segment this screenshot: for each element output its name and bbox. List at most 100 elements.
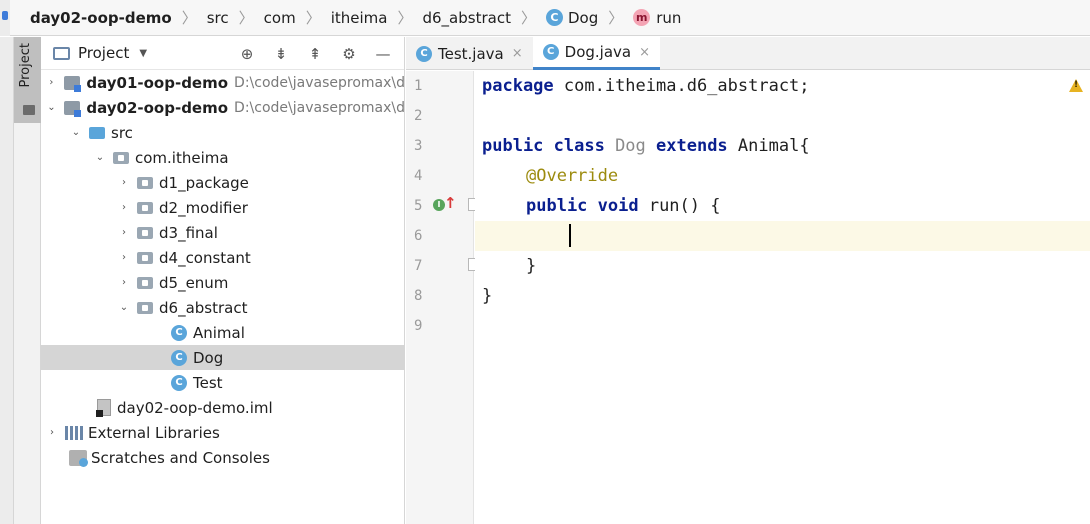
keyword: public void — [526, 196, 639, 216]
tree-item-path: D:\code\javasepromax\d — [234, 99, 405, 116]
tree-item-scratches[interactable]: Scratches and Consoles — [41, 445, 405, 470]
line-number: 5 — [414, 198, 423, 214]
chevron-down-icon[interactable]: ▼ — [139, 48, 147, 59]
tree-item-d6-abstract[interactable]: ⌄ d6_abstract — [41, 295, 405, 320]
tree-item-d4-constant[interactable]: › d4_constant — [41, 245, 405, 270]
tree-item-label: Animal — [193, 323, 245, 342]
code-text: } — [526, 256, 537, 276]
close-icon[interactable]: × — [512, 46, 523, 61]
package-icon — [137, 301, 153, 314]
gear-icon[interactable]: ⚙ — [338, 45, 360, 63]
package-icon — [137, 201, 153, 214]
tree-item-label: d6_abstract — [159, 298, 248, 317]
line-number-gutter: 1 2 3 4 5 6 7 8 9 — [406, 71, 474, 524]
module-file-icon — [96, 399, 111, 417]
chevron-down-icon[interactable]: ⌄ — [117, 302, 131, 313]
override-arrow-icon[interactable]: ↑ — [444, 194, 457, 212]
code-line-3[interactable]: public class Dog extends Animal{ — [482, 131, 810, 161]
project-panel-toolbar: ⊕ ⇟ ⇞ ⚙ — — [236, 37, 394, 70]
tree-item-src[interactable]: ⌄ src — [41, 120, 405, 145]
chevron-right-icon[interactable]: › — [45, 427, 59, 438]
tree-item-animal[interactable]: C Animal — [41, 320, 405, 345]
line-number: 7 — [414, 258, 423, 274]
package-icon — [137, 251, 153, 264]
annotation: @Override — [526, 166, 619, 186]
code-line-1[interactable]: package com.itheima.d6_abstract; — [482, 71, 810, 101]
module-icon — [63, 75, 81, 92]
tree-item-label: Dog — [193, 348, 224, 367]
scratches-icon — [69, 449, 88, 467]
tab-label: Test.java — [438, 44, 504, 63]
tree-item-label: src — [111, 123, 133, 142]
tree-item-label: Test — [193, 373, 223, 392]
line-number: 3 — [414, 138, 423, 154]
project-tool-window-tab[interactable]: Project — [14, 37, 41, 123]
expand-all-icon[interactable]: ⇟ — [270, 45, 292, 63]
tree-item-dog[interactable]: C Dog — [41, 345, 405, 370]
chevron-down-icon[interactable]: ⌄ — [69, 127, 83, 138]
breadcrumb-method-label: run — [656, 8, 682, 27]
chevron-right-icon[interactable]: › — [117, 252, 131, 263]
code-line-7[interactable]: } — [482, 251, 536, 281]
tree-item-label: day02-oop-demo.iml — [117, 398, 273, 417]
hide-panel-icon[interactable]: — — [372, 45, 394, 63]
code-line-4[interactable]: @Override — [482, 161, 618, 191]
line-number: 8 — [414, 288, 423, 304]
tree-item-label: com.itheima — [135, 148, 229, 167]
code-text: run() { — [638, 196, 721, 216]
project-tab-label: Project — [18, 43, 33, 88]
breadcrumb-project[interactable]: day02-oop-demo — [30, 9, 172, 27]
chevron-down-icon[interactable]: ⌄ — [93, 152, 107, 163]
chevron-right-icon[interactable]: › — [117, 277, 131, 288]
warning-icon[interactable] — [1069, 79, 1083, 92]
chevron-right-icon[interactable]: › — [117, 177, 131, 188]
project-view-selector[interactable]: Project — [78, 44, 129, 62]
method-icon: m — [633, 9, 651, 26]
tree-item-d1-package[interactable]: › d1_package — [41, 170, 405, 195]
breadcrumb-separator-icon: 〉 — [608, 9, 624, 27]
breadcrumb-class[interactable]: C Dog — [545, 8, 599, 27]
tree-item-label: d3_final — [159, 223, 218, 242]
tree-item-label: d1_package — [159, 173, 249, 192]
runnable-class-icon: C — [416, 45, 432, 62]
chevron-right-icon[interactable]: › — [117, 227, 131, 238]
left-edge-strip — [0, 0, 10, 36]
tree-item-day02-oop-demo[interactable]: ⌄ day02-oop-demo D:\code\javasepromax\d — [41, 95, 405, 120]
breadcrumb-method[interactable]: m run — [633, 9, 681, 27]
breadcrumb-itheima[interactable]: itheima — [331, 9, 388, 27]
chevron-down-icon[interactable]: ⌄ — [45, 102, 58, 113]
keyword: package — [482, 76, 554, 96]
breadcrumb-src[interactable]: src — [207, 9, 229, 27]
line-number: 1 — [414, 78, 423, 94]
tree-item-day01-oop-demo[interactable]: › day01-oop-demo D:\code\javasepromax\d — [41, 70, 405, 95]
breadcrumb-package[interactable]: d6_abstract — [422, 9, 510, 27]
tab-dog-java[interactable]: C Dog.java × — [532, 37, 661, 70]
tree-item-test[interactable]: C Test — [41, 370, 405, 395]
project-panel-header: Project ▼ ⊕ ⇟ ⇞ ⚙ — — [41, 37, 404, 70]
chevron-right-icon[interactable]: › — [45, 77, 58, 88]
tree-item-com-itheima[interactable]: ⌄ com.itheima — [41, 145, 405, 170]
text-cursor — [569, 224, 571, 247]
close-icon[interactable]: × — [639, 45, 650, 60]
tab-label: Dog.java — [564, 43, 632, 61]
tree-item-iml-file[interactable]: day02-oop-demo.iml — [41, 395, 405, 420]
tree-item-d2-modifier[interactable]: › d2_modifier — [41, 195, 405, 220]
code-line-8[interactable]: } — [482, 281, 492, 311]
line-number: 4 — [414, 168, 423, 184]
breadcrumb-separator-icon: 〉 — [181, 9, 197, 27]
tree-item-d5-enum[interactable]: › d5_enum — [41, 270, 405, 295]
chevron-right-icon[interactable]: › — [117, 202, 131, 213]
code-line-5[interactable]: public void run() { — [482, 191, 720, 221]
tree-item-label: d5_enum — [159, 273, 229, 292]
breadcrumb-class-label: Dog — [567, 8, 599, 27]
breadcrumb-com[interactable]: com — [264, 9, 296, 27]
tree-item-label: d2_modifier — [159, 198, 248, 217]
tab-test-java[interactable]: C Test.java × — [406, 37, 533, 70]
project-panel: Project ▼ ⊕ ⇟ ⇞ ⚙ — › day01-oop-demo D:\… — [41, 37, 405, 524]
locate-file-icon[interactable]: ⊕ — [236, 45, 258, 63]
tree-item-label: External Libraries — [88, 423, 220, 442]
tree-item-d3-final[interactable]: › d3_final — [41, 220, 405, 245]
tree-item-external-libraries[interactable]: › External Libraries — [41, 420, 405, 445]
collapse-all-icon[interactable]: ⇞ — [304, 45, 326, 63]
code-text: Animal{ — [727, 136, 810, 156]
